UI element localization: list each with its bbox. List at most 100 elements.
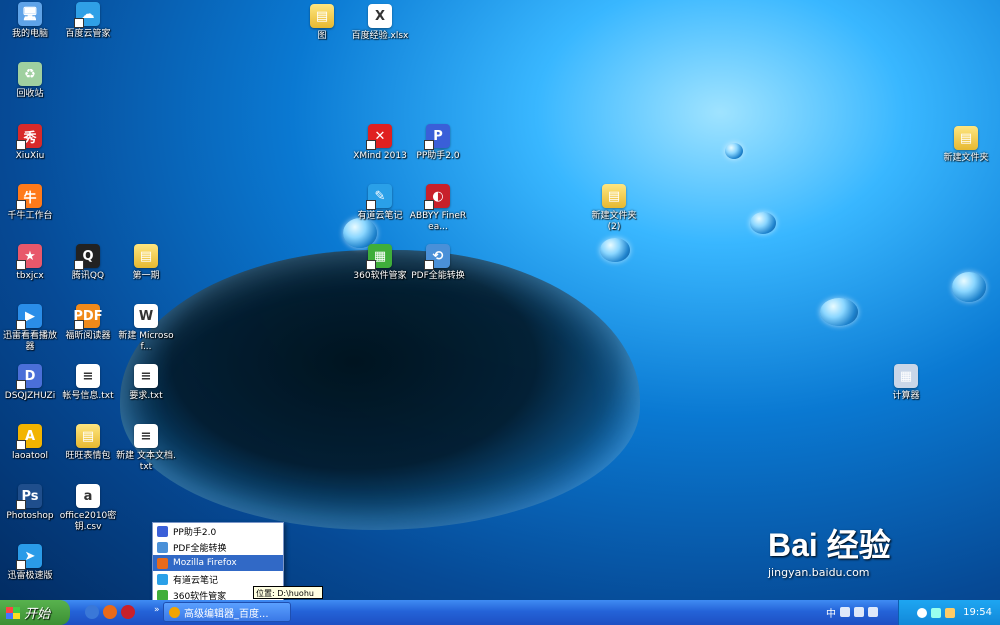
xunlei-speed-icon: ➤ [16, 544, 42, 570]
dsqjzhuzi-icon: D [16, 364, 42, 390]
desktop-icon-requirements[interactable]: ≡ 要求.txt [116, 364, 176, 402]
water-drop [820, 298, 858, 326]
show-desktop-icon[interactable] [85, 605, 99, 619]
new-microsoft-icon: W [134, 304, 158, 328]
popup-menu-item[interactable]: 有道云笔记 [153, 571, 283, 587]
desktop-icon-pdf-convert[interactable]: ⟲ PDF全能转换 [408, 244, 468, 282]
desktop-icon-laoatool[interactable]: Alaoatool [0, 424, 60, 462]
start-button[interactable]: 开始 [0, 600, 70, 625]
photoshop-icon: Ps [16, 484, 42, 510]
water-drop [600, 238, 630, 262]
desktop-icon-label: PDF全能转换 [411, 271, 465, 281]
watermark-brand: Bai 经验 [768, 527, 891, 563]
desktop-icon-new-folder[interactable]: ▤ 新建文件夹 [936, 126, 996, 164]
desktop-icon-recycle-bin[interactable]: ♻ 回收站 [0, 62, 60, 100]
desktop-icon-folder-tu[interactable]: ▤ 图 [292, 4, 352, 42]
desktop-icon-dsqjzhuzi[interactable]: D DSQJZHUZi [0, 364, 60, 402]
desktop-icon-label: office2010密钥.csv [59, 511, 117, 532]
desktop-icon-label: 旺旺表情包 [65, 451, 111, 461]
desktop-icon-label: 360软件管家 [353, 271, 407, 281]
desktop-icon-tbxjcx[interactable]: ★ tbxjcx [0, 244, 60, 282]
desktop-icon-baidu-exp[interactable]: X 百度经验.xlsx [350, 4, 410, 42]
desktop-icon-new-folder-2[interactable]: ▤ 新建文件夹 (2) [584, 184, 644, 233]
menu-item-label: Mozilla Firefox [173, 558, 237, 568]
desktop-icon-pp-helper[interactable]: P PP助手2.0 [408, 124, 468, 162]
tbxjcx-icon: ★ [16, 244, 42, 270]
desktop-icon-label: 迅雷看看播放器 [2, 331, 57, 352]
clock[interactable]: 19:54 [963, 607, 992, 618]
desktop-icon-label: DSQJZHUZi [4, 391, 56, 401]
new-text-icon: ≡ [134, 424, 158, 448]
desktop-icon-youdao[interactable]: ✎ 有道云笔记 [350, 184, 410, 222]
desktop-icon-label: Photoshop [6, 511, 54, 521]
foxit-icon: PDF [73, 304, 103, 330]
desktop-icon-label: 新建文件夹 [943, 153, 989, 163]
windows-flag-icon [6, 606, 20, 619]
folder-1-icon: ▤ [134, 244, 158, 268]
desktop-icon-label: 要求.txt [129, 391, 163, 401]
menu-item-icon [157, 541, 168, 553]
desktop-icon-my-computer[interactable]: 🖥 我的电脑 [0, 2, 60, 40]
system-tray: 19:54 [898, 600, 1000, 625]
account-info-icon: ≡ [76, 364, 100, 388]
requirements-icon: ≡ [134, 364, 158, 388]
desktop-icon-new-text[interactable]: ≡ 新建 文本文档.txt [116, 424, 176, 473]
desktop-icon-office-key[interactable]: a office2010密钥.csv [58, 484, 118, 533]
folder-tu-icon: ▤ [310, 4, 334, 28]
task-button-browser[interactable]: 高级编辑器_百度... [163, 602, 291, 622]
new-folder-icon: ▤ [954, 126, 978, 150]
popup-menu-item[interactable]: Mozilla Firefox [153, 555, 283, 571]
desktop-icon-account-info[interactable]: ≡ 帐号信息.txt [58, 364, 118, 402]
desktop-icon-label: laoatool [11, 451, 49, 461]
firefox-icon[interactable] [103, 605, 117, 619]
desktop-icon-abbyy[interactable]: ◐ ABBYY FineRea... [408, 184, 468, 233]
abbyy-icon: ◐ [424, 184, 450, 210]
language-bar[interactable]: 中 [826, 604, 878, 620]
desktop-icon-photoshop[interactable]: Ps Photoshop [0, 484, 60, 522]
desktop-icon-foxit[interactable]: PDF 福昕阅读器 [58, 304, 118, 342]
volume-tray-icon[interactable] [945, 607, 956, 618]
taskbar: 开始 » 高级编辑器_百度... 中 19:54 [0, 600, 1000, 625]
desktop-icon-baidu-cloud[interactable]: ☁ 百度云管家 [58, 2, 118, 40]
qq-icon: Q [74, 244, 100, 270]
menu-item-icon [157, 589, 168, 601]
menu-item-label: 有道云笔记 [173, 575, 219, 586]
desktop-icon-xmind[interactable]: ✕ XMind 2013 [350, 124, 410, 162]
popup-menu-item[interactable]: PDF全能转换 [153, 539, 283, 555]
desktop-icon-xiuxiu[interactable]: 秀 XiuXiu [0, 124, 60, 162]
desktop-icon-label: XiuXiu [15, 151, 45, 161]
desktop-icon-qianniu[interactable]: 牛千牛工作台 [0, 184, 60, 222]
menu-item-icon [157, 557, 168, 569]
menu-item-icon [157, 573, 168, 585]
qq-tray-icon[interactable] [917, 607, 928, 618]
calculator-icon: ▦ [894, 364, 918, 388]
desktop-icon-xunlei-player[interactable]: ▶ 迅雷看看播放器 [0, 304, 60, 353]
desktop-icon-xunlei-speed[interactable]: ➤ 迅雷极速版 [0, 544, 60, 582]
baidu-cloud-icon: ☁ [74, 2, 100, 28]
quicklaunch-chevron-icon[interactable]: » [154, 605, 160, 615]
desktop-icon-360-manager[interactable]: ▦ 360软件管家 [350, 244, 410, 282]
location-tooltip: 位置: D:\huohu [253, 586, 323, 599]
baidu-jingyan-watermark: Bai 经验 jingyan.baidu.com [768, 520, 988, 600]
wallpaper-splash [120, 250, 640, 530]
menu-item-icon [157, 525, 168, 537]
network-tray-icon[interactable] [931, 607, 942, 618]
desktop-icon-wangwang[interactable]: ▤ 旺旺表情包 [58, 424, 118, 462]
language-indicator: 中 [826, 608, 836, 620]
360-manager-icon: ▦ [366, 244, 392, 270]
pdf-convert-icon: ⟲ [424, 244, 450, 270]
desktop-icon-label: 新建 文本文档.txt [116, 451, 176, 472]
desktop-icon-calculator[interactable]: ▦ 计算器 [876, 364, 936, 402]
desktop-icon-label: PP助手2.0 [416, 151, 460, 161]
desktop-icon-qq[interactable]: Q 腾讯QQ [58, 244, 118, 282]
popup-menu-item[interactable]: PP助手2.0 [153, 523, 283, 539]
ime-help-icon [868, 607, 878, 617]
baidu-exp-icon: X [368, 4, 392, 28]
task-button-label: 高级编辑器_百度... [184, 608, 269, 620]
abbyy-icon[interactable] [121, 605, 135, 619]
new-folder-2-icon: ▤ [602, 184, 626, 208]
desktop-icon-folder-1[interactable]: ▤ 第一期 [116, 244, 176, 282]
desktop-icon-label: 第一期 [132, 271, 160, 281]
office-key-icon: a [76, 484, 100, 508]
desktop-icon-new-microsoft[interactable]: W 新建 Microsof... [116, 304, 176, 353]
